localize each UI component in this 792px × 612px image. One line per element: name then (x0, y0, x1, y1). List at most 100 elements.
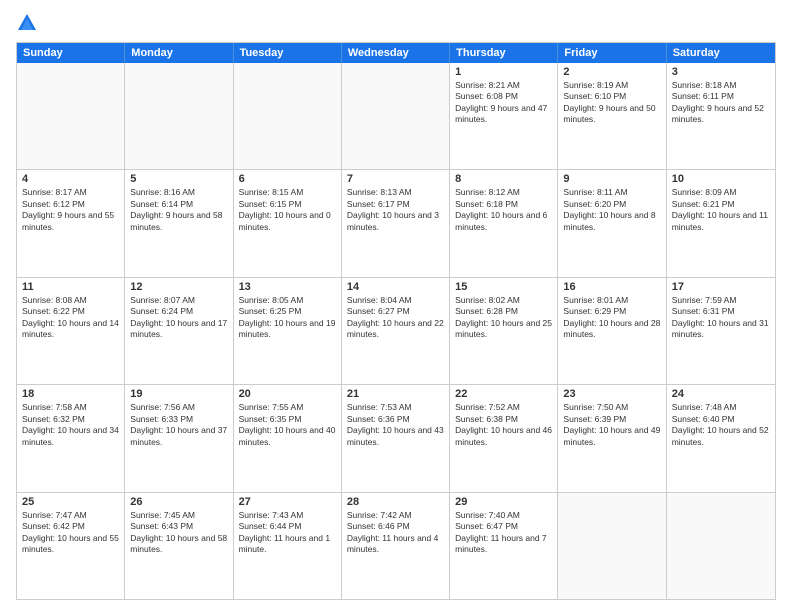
cell-details: Sunrise: 8:07 AMSunset: 6:24 PMDaylight:… (130, 295, 227, 341)
cell-details: Sunrise: 8:19 AMSunset: 6:10 PMDaylight:… (563, 80, 660, 126)
cell-details: Sunrise: 7:53 AMSunset: 6:36 PMDaylight:… (347, 402, 444, 448)
calendar-cell: 25 Sunrise: 7:47 AMSunset: 6:42 PMDayligh… (17, 493, 125, 599)
day-number: 17 (672, 281, 770, 293)
day-number: 19 (130, 388, 227, 400)
cell-details: Sunrise: 8:11 AMSunset: 6:20 PMDaylight:… (563, 187, 660, 233)
logo (16, 12, 42, 34)
day-number: 21 (347, 388, 444, 400)
cell-details: Sunrise: 8:17 AMSunset: 6:12 PMDaylight:… (22, 187, 119, 233)
day-number: 16 (563, 281, 660, 293)
cell-details: Sunrise: 7:55 AMSunset: 6:35 PMDaylight:… (239, 402, 336, 448)
weekday-header: Saturday (667, 43, 775, 63)
calendar-cell: 17 Sunrise: 7:59 AMSunset: 6:31 PMDayligh… (667, 278, 775, 384)
day-number: 26 (130, 496, 227, 508)
cell-details: Sunrise: 7:52 AMSunset: 6:38 PMDaylight:… (455, 402, 552, 448)
weekday-header: Tuesday (234, 43, 342, 63)
cell-details: Sunrise: 7:58 AMSunset: 6:32 PMDaylight:… (22, 402, 119, 448)
day-number: 5 (130, 173, 227, 185)
calendar-cell (125, 63, 233, 169)
day-number: 2 (563, 66, 660, 78)
calendar-cell: 24 Sunrise: 7:48 AMSunset: 6:40 PMDayligh… (667, 385, 775, 491)
day-number: 24 (672, 388, 770, 400)
calendar-row: 11 Sunrise: 8:08 AMSunset: 6:22 PMDayligh… (17, 277, 775, 384)
day-number: 7 (347, 173, 444, 185)
calendar-row: 1 Sunrise: 8:21 AMSunset: 6:08 PMDaylight… (17, 63, 775, 169)
header (16, 12, 776, 34)
cell-details: Sunrise: 8:18 AMSunset: 6:11 PMDaylight:… (672, 80, 770, 126)
calendar-header: SundayMondayTuesdayWednesdayThursdayFrid… (17, 43, 775, 63)
day-number: 6 (239, 173, 336, 185)
weekday-header: Sunday (17, 43, 125, 63)
day-number: 29 (455, 496, 552, 508)
calendar-cell: 27 Sunrise: 7:43 AMSunset: 6:44 PMDayligh… (234, 493, 342, 599)
calendar-cell: 6 Sunrise: 8:15 AMSunset: 6:15 PMDaylight… (234, 170, 342, 276)
cell-details: Sunrise: 7:40 AMSunset: 6:47 PMDaylight:… (455, 510, 552, 556)
calendar-cell: 21 Sunrise: 7:53 AMSunset: 6:36 PMDayligh… (342, 385, 450, 491)
calendar-cell: 29 Sunrise: 7:40 AMSunset: 6:47 PMDayligh… (450, 493, 558, 599)
calendar-cell: 28 Sunrise: 7:42 AMSunset: 6:46 PMDayligh… (342, 493, 450, 599)
calendar-row: 25 Sunrise: 7:47 AMSunset: 6:42 PMDayligh… (17, 492, 775, 599)
calendar: SundayMondayTuesdayWednesdayThursdayFrid… (16, 42, 776, 600)
weekday-header: Friday (558, 43, 666, 63)
cell-details: Sunrise: 8:02 AMSunset: 6:28 PMDaylight:… (455, 295, 552, 341)
day-number: 20 (239, 388, 336, 400)
cell-details: Sunrise: 7:43 AMSunset: 6:44 PMDaylight:… (239, 510, 336, 556)
day-number: 18 (22, 388, 119, 400)
cell-details: Sunrise: 8:04 AMSunset: 6:27 PMDaylight:… (347, 295, 444, 341)
cell-details: Sunrise: 8:13 AMSunset: 6:17 PMDaylight:… (347, 187, 444, 233)
cell-details: Sunrise: 8:09 AMSunset: 6:21 PMDaylight:… (672, 187, 770, 233)
day-number: 1 (455, 66, 552, 78)
page: SundayMondayTuesdayWednesdayThursdayFrid… (0, 0, 792, 612)
day-number: 25 (22, 496, 119, 508)
calendar-cell (342, 63, 450, 169)
calendar-cell (667, 493, 775, 599)
calendar-cell: 5Sunrise: 8:16 AMSunset: 6:14 PMDaylight… (125, 170, 233, 276)
calendar-cell: 4 Sunrise: 8:17 AMSunset: 6:12 PMDaylight… (17, 170, 125, 276)
cell-details: Sunrise: 7:59 AMSunset: 6:31 PMDaylight:… (672, 295, 770, 341)
cell-details: Sunrise: 7:48 AMSunset: 6:40 PMDaylight:… (672, 402, 770, 448)
calendar-cell: 7 Sunrise: 8:13 AMSunset: 6:17 PMDaylight… (342, 170, 450, 276)
day-number: 15 (455, 281, 552, 293)
weekday-header: Monday (125, 43, 233, 63)
calendar-cell: 1 Sunrise: 8:21 AMSunset: 6:08 PMDaylight… (450, 63, 558, 169)
calendar-cell: 13 Sunrise: 8:05 AMSunset: 6:25 PMDayligh… (234, 278, 342, 384)
day-number: 9 (563, 173, 660, 185)
logo-icon (16, 12, 38, 34)
cell-details: Sunrise: 8:15 AMSunset: 6:15 PMDaylight:… (239, 187, 336, 233)
calendar-body: 1 Sunrise: 8:21 AMSunset: 6:08 PMDaylight… (17, 63, 775, 599)
day-number: 11 (22, 281, 119, 293)
day-number: 28 (347, 496, 444, 508)
cell-details: Sunrise: 8:21 AMSunset: 6:08 PMDaylight:… (455, 80, 552, 126)
calendar-cell: 2 Sunrise: 8:19 AMSunset: 6:10 PMDaylight… (558, 63, 666, 169)
day-number: 23 (563, 388, 660, 400)
cell-details: Sunrise: 7:45 AMSunset: 6:43 PMDaylight:… (130, 510, 227, 556)
cell-details: Sunrise: 8:08 AMSunset: 6:22 PMDaylight:… (22, 295, 119, 341)
calendar-cell: 8Sunrise: 8:12 AMSunset: 6:18 PMDaylight… (450, 170, 558, 276)
cell-details: Sunrise: 8:12 AMSunset: 6:18 PMDaylight:… (455, 187, 552, 233)
cell-details: Sunrise: 7:47 AMSunset: 6:42 PMDaylight:… (22, 510, 119, 556)
calendar-cell: 18 Sunrise: 7:58 AMSunset: 6:32 PMDayligh… (17, 385, 125, 491)
day-number: 4 (22, 173, 119, 185)
calendar-row: 18 Sunrise: 7:58 AMSunset: 6:32 PMDayligh… (17, 384, 775, 491)
calendar-cell: 20 Sunrise: 7:55 AMSunset: 6:35 PMDayligh… (234, 385, 342, 491)
cell-details: Sunrise: 7:56 AMSunset: 6:33 PMDaylight:… (130, 402, 227, 448)
calendar-cell (17, 63, 125, 169)
cell-details: Sunrise: 8:05 AMSunset: 6:25 PMDaylight:… (239, 295, 336, 341)
day-number: 10 (672, 173, 770, 185)
calendar-row: 4 Sunrise: 8:17 AMSunset: 6:12 PMDaylight… (17, 169, 775, 276)
calendar-cell: 16Sunrise: 8:01 AMSunset: 6:29 PMDayligh… (558, 278, 666, 384)
day-number: 27 (239, 496, 336, 508)
calendar-cell: 23 Sunrise: 7:50 AMSunset: 6:39 PMDayligh… (558, 385, 666, 491)
day-number: 22 (455, 388, 552, 400)
weekday-header: Wednesday (342, 43, 450, 63)
calendar-cell (234, 63, 342, 169)
day-number: 13 (239, 281, 336, 293)
calendar-cell: 14Sunrise: 8:04 AMSunset: 6:27 PMDayligh… (342, 278, 450, 384)
calendar-cell: 15 Sunrise: 8:02 AMSunset: 6:28 PMDayligh… (450, 278, 558, 384)
weekday-header: Thursday (450, 43, 558, 63)
cell-details: Sunrise: 7:42 AMSunset: 6:46 PMDaylight:… (347, 510, 444, 556)
cell-details: Sunrise: 7:50 AMSunset: 6:39 PMDaylight:… (563, 402, 660, 448)
calendar-cell: 11 Sunrise: 8:08 AMSunset: 6:22 PMDayligh… (17, 278, 125, 384)
day-number: 12 (130, 281, 227, 293)
calendar-cell: 3Sunrise: 8:18 AMSunset: 6:11 PMDaylight… (667, 63, 775, 169)
